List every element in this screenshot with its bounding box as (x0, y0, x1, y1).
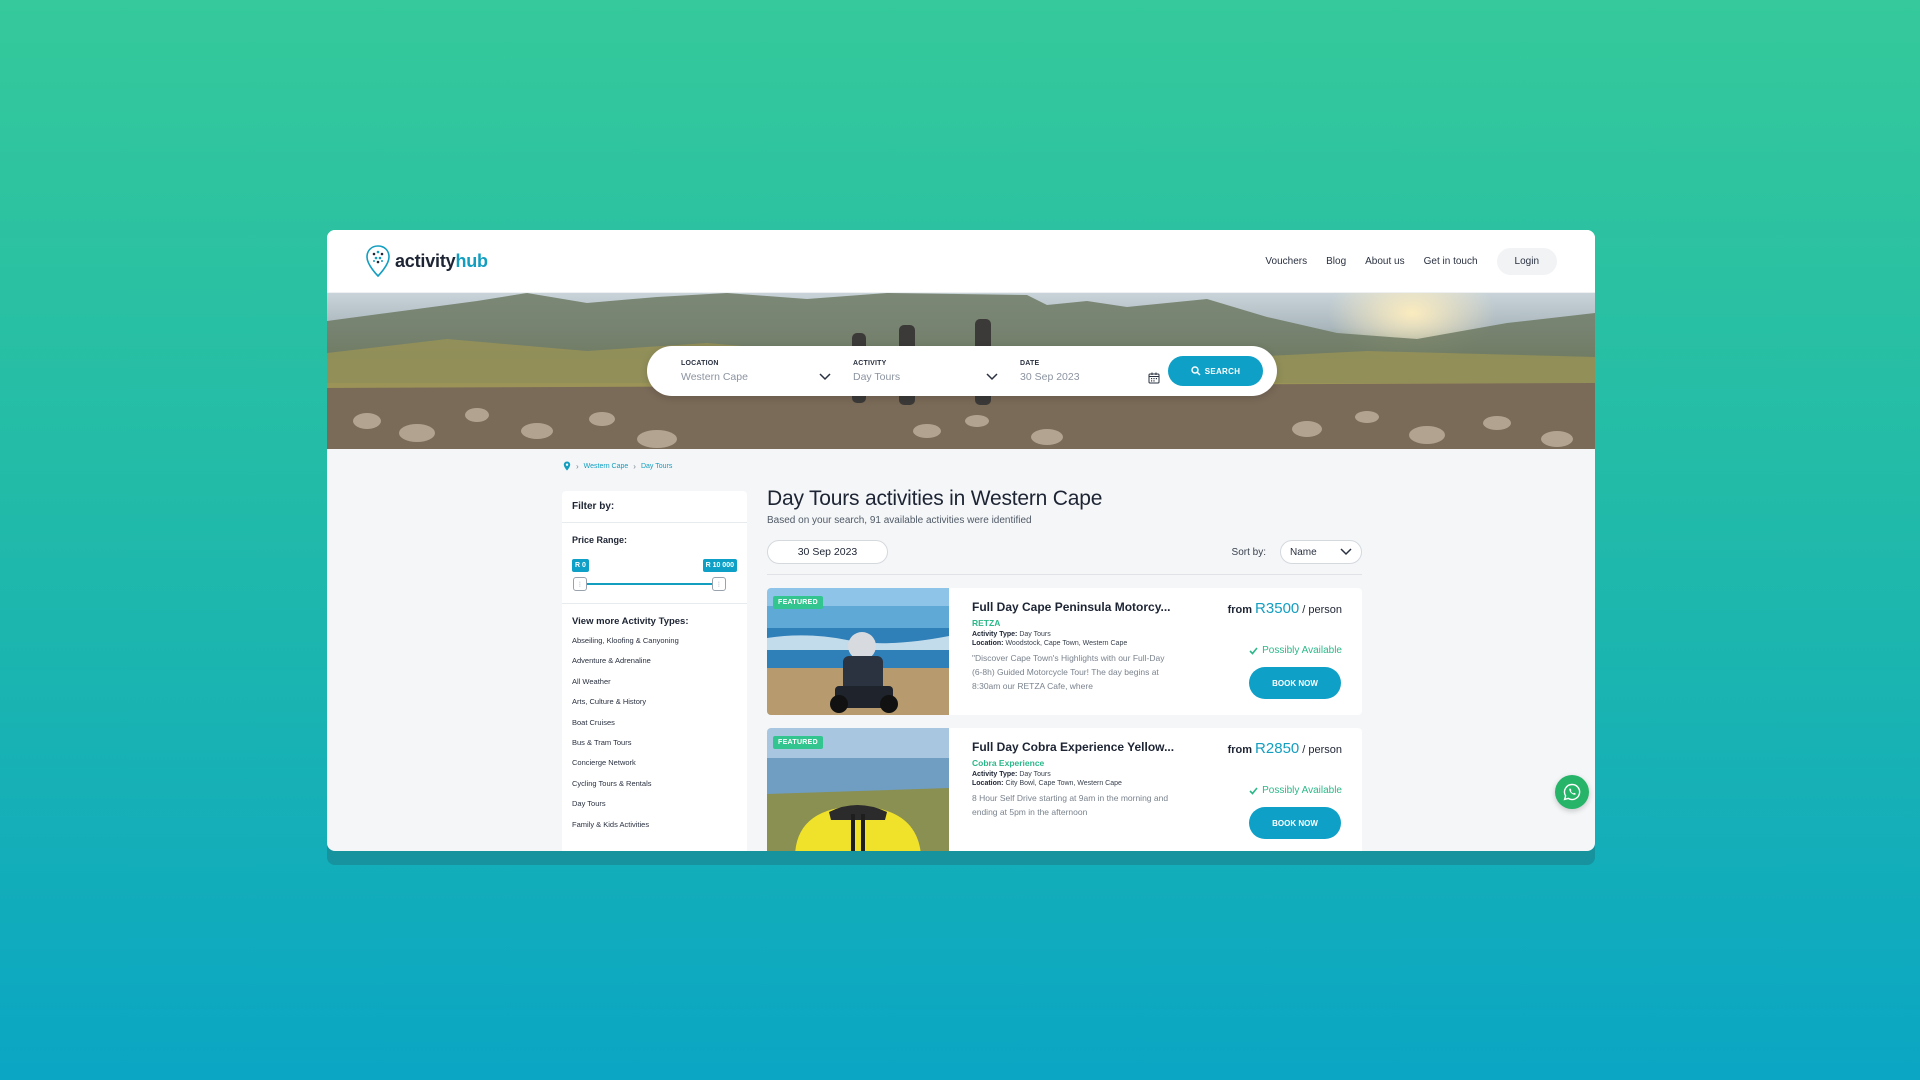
browser-page: activityhub Vouchers Blog About us Get i… (327, 230, 1595, 851)
nav-blog[interactable]: Blog (1326, 256, 1346, 267)
activity-select[interactable]: ACTIVITY Day Tours (853, 360, 1020, 383)
activity-type-link[interactable]: Cycling Tours & Rentals (572, 778, 737, 798)
whatsapp-chat-button[interactable] (1555, 775, 1589, 809)
nav-vouchers[interactable]: Vouchers (1265, 256, 1307, 267)
activity-location-meta: Location: Woodstock, Cape Town, Western … (972, 640, 1128, 647)
activity-type-link[interactable]: Abseiling, Kloofing & Canyoning (572, 635, 737, 655)
chevron-down-icon (986, 372, 998, 380)
chevron-down-icon (1340, 548, 1352, 556)
activity-type-link[interactable]: Family & Kids Activities (572, 819, 737, 839)
activity-types-title: View more Activity Types: (572, 616, 689, 627)
price-range-track (580, 583, 719, 585)
activity-title[interactable]: Full Day Cobra Experience Yellow... (972, 740, 1174, 754)
nav-about-us[interactable]: About us (1365, 256, 1404, 267)
price-max-tag: R 10 000 (702, 559, 737, 572)
location-pin-icon[interactable] (563, 461, 571, 471)
search-button[interactable]: SEARCH (1168, 356, 1263, 386)
divider (562, 522, 747, 523)
filter-title: Filter by: (572, 501, 615, 512)
breadcrumb: › Western Cape › Day Tours (563, 461, 672, 471)
activity-location-meta: Location: City Bowl, Cape Town, Western … (972, 780, 1122, 787)
activity-type-meta: Activity Type: Day Tours (972, 631, 1051, 638)
page-title: Day Tours activities in Western Cape (767, 487, 1103, 510)
activity-price: from R2850 / person (1227, 740, 1342, 757)
breadcrumb-separator: › (576, 461, 579, 471)
filter-panel: Filter by: Price Range: R 0 R 10 000 ⋮ ⋮… (562, 491, 747, 851)
activity-image-motorcycle[interactable]: FEATURED (767, 588, 949, 715)
date-label: DATE (1020, 359, 1040, 367)
book-now-button[interactable]: BOOK NOW (1249, 667, 1341, 699)
price-range-slider[interactable]: R 0 R 10 000 ⋮ ⋮ (572, 551, 737, 593)
book-now-button[interactable]: BOOK NOW (1249, 807, 1341, 839)
activity-type-link[interactable]: Boat Cruises (572, 717, 737, 737)
activity-price: from R3500 / person (1227, 600, 1342, 617)
breadcrumb-separator: › (633, 461, 636, 471)
search-bar: LOCATION Western Cape ACTIVITY Day Tours… (647, 346, 1277, 396)
content-area: › Western Cape › Day Tours Filter by: Pr… (327, 449, 1595, 851)
date-picker[interactable]: DATE 30 Sep 2023 (1020, 360, 1160, 383)
price-min-tag: R 0 (572, 559, 589, 572)
breadcrumb-day-tours[interactable]: Day Tours (641, 463, 672, 470)
activity-description: 8 Hour Self Drive starting at 9am in the… (972, 793, 1169, 817)
login-button[interactable]: Login (1496, 247, 1557, 275)
activity-info: Full Day Cobra Experience Yellow... Cobr… (949, 728, 1174, 851)
calendar-icon (1148, 372, 1160, 383)
price-min-handle[interactable]: ⋮ (573, 577, 587, 591)
divider (767, 574, 1362, 575)
date-value: 30 Sep 2023 (1020, 370, 1080, 383)
logo[interactable]: activityhub (365, 244, 488, 278)
activity-description: "Discover Cape Town's Highlights with ou… (972, 653, 1165, 691)
check-icon (1249, 786, 1258, 795)
logo-text: activityhub (395, 250, 488, 271)
hero-banner: LOCATION Western Cape ACTIVITY Day Tours… (327, 293, 1595, 449)
chevron-down-icon (819, 372, 831, 380)
activity-operator[interactable]: Cobra Experience (972, 758, 1174, 768)
search-icon (1191, 366, 1201, 376)
availability-status: Possibly Available (1249, 645, 1342, 656)
featured-badge: FEATURED (773, 736, 823, 749)
price-max-handle[interactable]: ⋮ (712, 577, 726, 591)
activity-image-cobra[interactable]: FEATURED (767, 728, 949, 851)
activity-booking: from R2850 / person Possibly Available B… (1228, 728, 1362, 851)
logo-pin-icon (366, 245, 390, 278)
results-panel: Day Tours activities in Western Cape Bas… (767, 487, 1362, 851)
divider (562, 603, 747, 604)
activity-type-link[interactable]: Adventure & Adrenaline (572, 655, 737, 675)
activity-type-link[interactable]: Concierge Network (572, 757, 737, 777)
activity-info: Full Day Cape Peninsula Motorcy... RETZA… (949, 588, 1174, 715)
activity-type-link[interactable]: All Weather (572, 676, 737, 696)
activity-type-meta: Activity Type: Day Tours (972, 771, 1051, 778)
activity-label: ACTIVITY (853, 359, 887, 367)
activity-type-link[interactable]: Bus & Tram Tours (572, 737, 737, 757)
check-icon (1249, 646, 1258, 655)
activity-type-link[interactable]: Day Tours (572, 798, 737, 818)
sort-value: Name (1290, 546, 1317, 558)
sort-select[interactable]: Name (1280, 540, 1362, 564)
breadcrumb-western-cape[interactable]: Western Cape (584, 463, 629, 470)
whatsapp-icon (1563, 783, 1581, 801)
activity-operator[interactable]: RETZA (972, 618, 1174, 628)
search-button-label: SEARCH (1204, 366, 1241, 376)
activity-types-list: Abseiling, Kloofing & Canyoning Adventur… (572, 635, 737, 839)
results-subtitle: Based on your search, 91 available activ… (767, 515, 1032, 526)
sort-label: Sort by: (1231, 546, 1266, 558)
activity-type-link[interactable]: Arts, Culture & History (572, 696, 737, 716)
activity-title[interactable]: Full Day Cape Peninsula Motorcy... (972, 600, 1174, 614)
location-select[interactable]: LOCATION Western Cape (681, 360, 853, 383)
featured-badge: FEATURED (773, 596, 823, 609)
activity-booking: from R3500 / person Possibly Available B… (1228, 588, 1362, 715)
activity-card[interactable]: FEATURED Full Day Cobra Experience Yello… (767, 728, 1362, 851)
location-label: LOCATION (681, 359, 719, 367)
main-nav: Vouchers Blog About us Get in touch Logi… (1265, 247, 1557, 275)
activity-card[interactable]: FEATURED Full Day Cape Peninsula Motorcy… (767, 588, 1362, 715)
nav-get-in-touch[interactable]: Get in touch (1424, 256, 1478, 267)
date-filter-pill[interactable]: 30 Sep 2023 (767, 540, 888, 564)
site-header: activityhub Vouchers Blog About us Get i… (327, 230, 1595, 293)
results-controls: 30 Sep 2023 Sort by: Name (767, 540, 1362, 564)
price-range-label: Price Range: (572, 535, 628, 545)
availability-status: Possibly Available (1249, 785, 1342, 796)
